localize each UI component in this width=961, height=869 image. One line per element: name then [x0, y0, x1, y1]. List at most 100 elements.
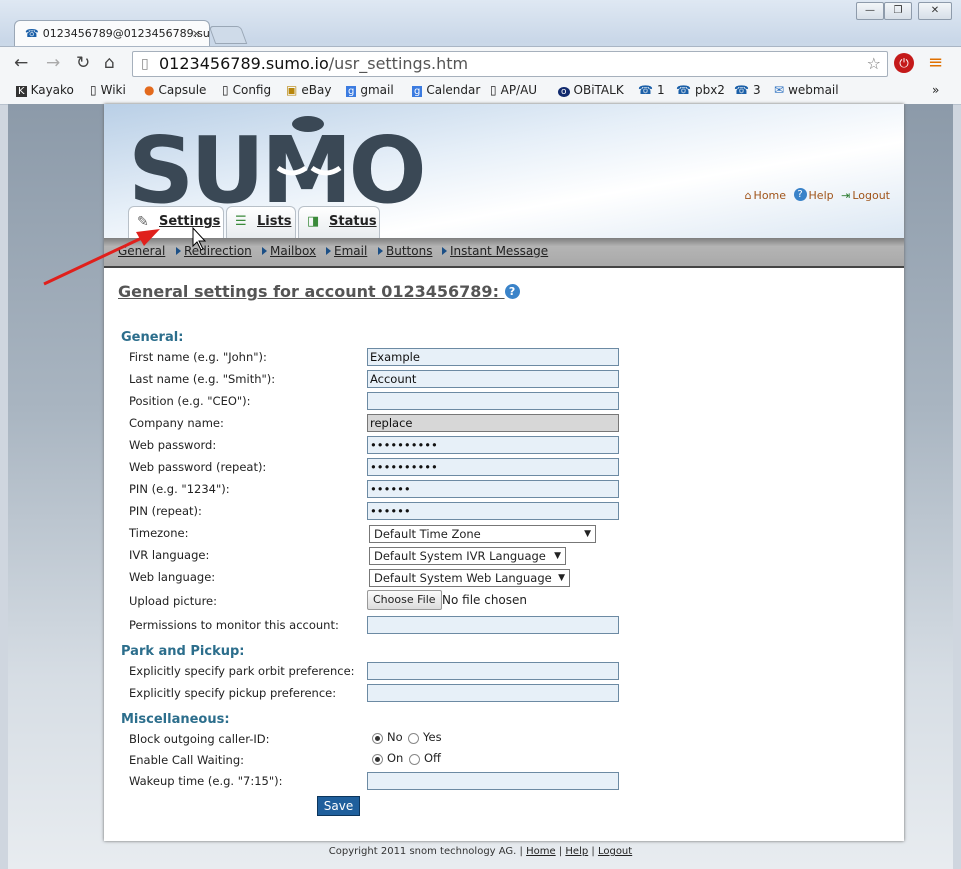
monitor-permissions-input[interactable]	[367, 616, 619, 634]
logo-text: SUMO	[128, 117, 423, 206]
label-call-waiting: Enable Call Waiting:	[129, 753, 244, 767]
header-help-link[interactable]: Help	[809, 189, 834, 202]
tab-status[interactable]: ◨ Status	[298, 206, 380, 238]
footer-copyright: Copyright 2011 snom technology AG.	[328, 846, 517, 857]
label-block-caller-id: Block outgoing caller-ID:	[129, 732, 270, 746]
header-logout-link[interactable]: Logout	[852, 189, 890, 202]
label-upload-picture: Upload picture:	[129, 594, 217, 608]
header-home-link[interactable]: Home	[754, 189, 786, 202]
bookmark-pbx2[interactable]: ☎ pbx2	[676, 83, 725, 97]
bookmark-gmail[interactable]: g gmail	[346, 83, 394, 97]
choose-file-button[interactable]: Choose File	[367, 590, 442, 610]
page-container: SUMO ⌂ Home ? Help ⇥ Logout ✎ Settings ☰ List…	[104, 104, 904, 841]
bookmark-kayako[interactable]: K Kayako	[16, 83, 74, 97]
footer-help-link[interactable]: Help	[565, 846, 588, 857]
section-miscellaneous: Miscellaneous:	[121, 712, 230, 727]
footer-logout-link[interactable]: Logout	[598, 846, 632, 857]
list-icon: ☰	[235, 214, 247, 229]
reload-icon[interactable]: ↻	[76, 53, 90, 73]
browser-tab[interactable]: ☎0123456789@0123456789.sumo.io ×	[14, 20, 210, 46]
forward-icon[interactable]: →	[46, 53, 60, 73]
adblock-icon[interactable]: ⏻	[894, 53, 914, 73]
label-timezone: Timezone:	[129, 526, 189, 540]
bookmark-wiki[interactable]: ▯ Wiki	[90, 83, 126, 97]
section-general: General:	[121, 330, 184, 345]
help-icon[interactable]: ?	[504, 284, 520, 299]
ivr-language-select[interactable]: Default System IVR Language ▼	[369, 547, 566, 565]
call-waiting-off-radio[interactable]	[409, 754, 420, 765]
bookmark-calendar[interactable]: g Calendar	[412, 83, 480, 97]
bookmarks-more-icon[interactable]: »	[932, 83, 939, 97]
label-first-name: First name (e.g. "John"):	[129, 350, 267, 364]
label-pickup: Explicitly specify pickup preference:	[129, 686, 337, 700]
menu-icon[interactable]: ≡	[928, 52, 943, 73]
label-company: Company name:	[129, 416, 224, 430]
sub-navigation: General Redirection Mailbox Email Button…	[104, 238, 904, 268]
wakeup-time-input[interactable]	[367, 772, 619, 790]
bookmark-apau[interactable]: ▯ AP/AU	[490, 83, 537, 97]
g-icon: g	[346, 86, 357, 97]
back-icon[interactable]: ←	[14, 53, 28, 73]
tab-close-icon[interactable]: ×	[192, 21, 201, 46]
bookmark-webmail[interactable]: ✉ webmail	[774, 83, 839, 97]
save-button[interactable]: Save	[317, 796, 360, 816]
bookmark-obitalk[interactable]: o OBiTALK	[558, 83, 624, 97]
last-name-input[interactable]	[367, 370, 619, 388]
tab-lists[interactable]: ☰ Lists	[226, 206, 296, 238]
logout-icon[interactable]: ⇥	[841, 189, 850, 202]
tab-settings[interactable]: ✎ Settings	[128, 206, 224, 238]
web-password-input[interactable]: ••••••••••	[367, 436, 619, 454]
block-cid-no-radio[interactable]	[372, 733, 383, 744]
bookmark-1[interactable]: ☎ 1	[638, 83, 665, 97]
browser-toolbar: ← → ↻ ⌂ ▯ 0123456789.sumo.io/usr_settings…	[0, 46, 961, 81]
label-monitor-permissions: Permissions to monitor this account:	[129, 618, 339, 632]
subnav-instant-message[interactable]: Instant Message	[442, 244, 548, 258]
url-host: 0123456789.sumo.io	[159, 54, 329, 73]
label-web-password: Web password:	[129, 438, 217, 452]
help-icon[interactable]: ?	[793, 188, 807, 201]
arrow-right-icon	[326, 247, 331, 255]
bookmark-3[interactable]: ☎ 3	[734, 83, 761, 97]
arrow-right-icon	[378, 247, 383, 255]
arrow-right-icon	[176, 247, 181, 255]
subnav-mailbox[interactable]: Mailbox	[262, 244, 316, 258]
pin-input[interactable]: ••••••	[367, 480, 619, 498]
subnav-redirection[interactable]: Redirection	[176, 244, 252, 258]
address-bar[interactable]: ▯ 0123456789.sumo.io/usr_settings.htm ☆	[132, 51, 888, 77]
home-icon[interactable]: ⌂	[745, 189, 752, 202]
block-cid-yes-label: Yes	[423, 730, 442, 744]
first-name-input[interactable]	[367, 348, 619, 366]
home-icon[interactable]: ⌂	[104, 53, 115, 73]
pin-repeat-input[interactable]: ••••••	[367, 502, 619, 520]
phone-icon: ☎	[676, 83, 691, 97]
label-position: Position (e.g. "CEO"):	[129, 394, 251, 408]
bag-icon: ▣	[286, 83, 298, 97]
new-tab-button[interactable]	[208, 26, 248, 44]
page-icon: ▯	[90, 83, 97, 97]
minimize-button[interactable]: —	[856, 2, 884, 20]
web-password-repeat-input[interactable]: ••••••••••	[367, 458, 619, 476]
subnav-general[interactable]: General	[118, 244, 165, 258]
bookmark-capsule[interactable]: ● Capsule	[144, 83, 206, 97]
footer: Copyright 2011 snom technology AG. | Hom…	[328, 846, 633, 857]
position-input[interactable]	[367, 392, 619, 410]
subnav-email[interactable]: Email	[326, 244, 367, 258]
section-park-pickup: Park and Pickup:	[121, 644, 245, 659]
timezone-select[interactable]: Default Time Zone ▼	[369, 525, 596, 543]
label-web-password-repeat: Web password (repeat):	[129, 460, 267, 474]
maximize-button[interactable]: ❐	[884, 2, 912, 20]
label-pin-repeat: PIN (repeat):	[129, 504, 202, 518]
block-cid-yes-radio[interactable]	[408, 733, 419, 744]
arrow-right-icon	[442, 247, 447, 255]
park-orbit-input[interactable]	[367, 662, 619, 680]
star-icon[interactable]: ☆	[867, 52, 881, 76]
web-language-select[interactable]: Default System Web Language ▼	[369, 569, 570, 587]
pickup-input[interactable]	[367, 684, 619, 702]
call-waiting-on-radio[interactable]	[372, 754, 383, 765]
subnav-buttons[interactable]: Buttons	[378, 244, 432, 258]
bookmark-ebay[interactable]: ▣ eBay	[286, 83, 331, 97]
sumo-logo: SUMO	[128, 116, 427, 206]
footer-home-link[interactable]: Home	[526, 846, 556, 857]
close-window-button[interactable]: ✕	[918, 2, 952, 20]
bookmark-config[interactable]: ▯ Config	[222, 83, 271, 97]
